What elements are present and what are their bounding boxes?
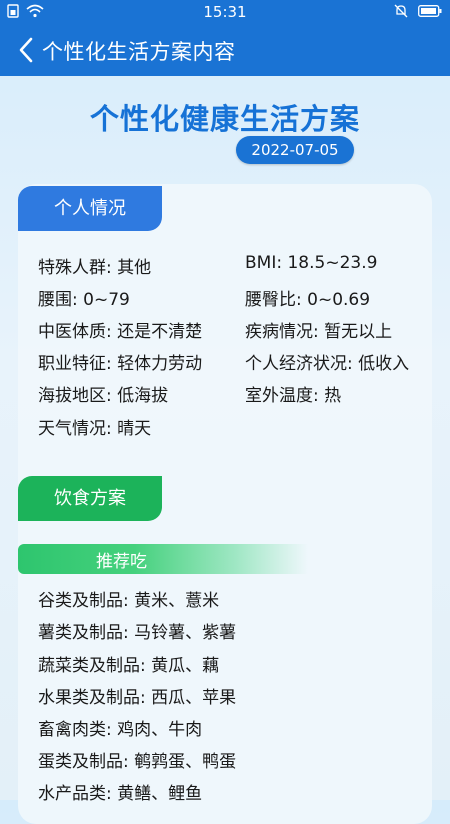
recommend-banner [18, 544, 308, 574]
tab-personal-info[interactable]: 个人情况 [18, 186, 162, 231]
diet-item: 水产品类: 黄鳝、鲤鱼 [38, 784, 203, 804]
diet-item: 蔬菜类及制品: 黄瓜、藕 [38, 656, 220, 676]
plan-date-badge: 2022-07-05 [236, 136, 354, 164]
status-right [394, 4, 442, 22]
status-bar: 15:31 [0, 0, 450, 24]
info-waist: 腰围: 0~79 [38, 290, 130, 310]
diet-item: 水果类及制品: 西瓜、苹果 [38, 688, 237, 708]
app-bar: 个性化生活方案内容 [0, 24, 450, 76]
info-outdoor-temperature: 室外温度: 热 [245, 386, 342, 406]
diet-item: 畜禽肉类: 鸡肉、牛肉 [38, 720, 203, 740]
info-tcm-constitution: 中医体质: 还是不清楚 [38, 322, 203, 342]
page-title: 个性化生活方案内容 [42, 40, 236, 64]
info-weather: 天气情况: 晴天 [38, 419, 152, 439]
battery-icon [418, 5, 442, 21]
back-button[interactable] [14, 36, 40, 64]
recommend-label: 推荐吃 [96, 552, 147, 572]
chevron-left-icon [19, 37, 33, 63]
info-special-group: 特殊人群: 其他 [38, 258, 152, 278]
status-time: 15:31 [203, 3, 247, 21]
tab-diet-plan[interactable]: 饮食方案 [18, 476, 162, 521]
info-disease: 疾病情况: 暂无以上 [245, 322, 393, 342]
diet-item: 薯类及制品: 马铃薯、紫薯 [38, 623, 237, 643]
diet-item: 蛋类及制品: 鹌鹑蛋、鸭蛋 [38, 752, 237, 772]
info-altitude: 海拔地区: 低海拔 [38, 386, 169, 406]
info-occupation: 职业特征: 轻体力劳动 [38, 354, 203, 374]
info-economic-status: 个人经济状况: 低收入 [245, 354, 410, 374]
info-bmi: BMI: 18.5~23.9 [245, 253, 378, 273]
info-waist-hip-ratio: 腰臀比: 0~0.69 [245, 290, 371, 310]
diet-item: 谷类及制品: 黄米、薏米 [38, 591, 220, 611]
plan-title: 个性化健康生活方案 [89, 102, 360, 136]
bell-off-icon [394, 4, 408, 22]
